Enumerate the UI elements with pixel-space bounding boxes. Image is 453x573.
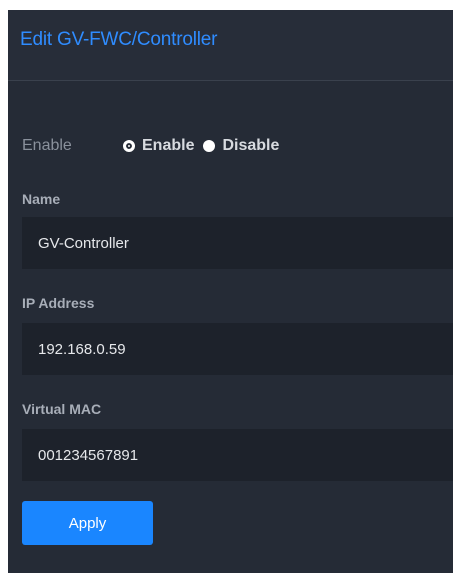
radio-enable[interactable]: Enable: [123, 137, 194, 155]
virtual-mac-label: Virtual MAC: [22, 401, 102, 417]
panel-header: Edit GV-FWC/Controller: [8, 10, 453, 81]
enable-field-label: Enable: [22, 137, 72, 154]
enable-row: Enable Enable Disable: [22, 134, 288, 158]
radio-enable-label: Enable: [142, 137, 195, 154]
radio-disable[interactable]: Disable: [203, 137, 279, 155]
radio-unchecked-icon[interactable]: [203, 140, 216, 152]
ip-address-label: IP Address: [22, 295, 95, 311]
edit-controller-panel: Edit GV-FWC/Controller Enable Enable Dis…: [8, 10, 453, 573]
ip-address-field[interactable]: [22, 323, 453, 375]
apply-button[interactable]: Apply: [22, 501, 153, 545]
name-field[interactable]: [22, 217, 453, 269]
name-label: Name: [22, 191, 61, 207]
radio-checked-icon[interactable]: [123, 140, 135, 152]
radio-disable-label: Disable: [222, 137, 280, 154]
virtual-mac-field[interactable]: [22, 429, 453, 481]
page-title: Edit GV-FWC/Controller: [20, 29, 218, 50]
